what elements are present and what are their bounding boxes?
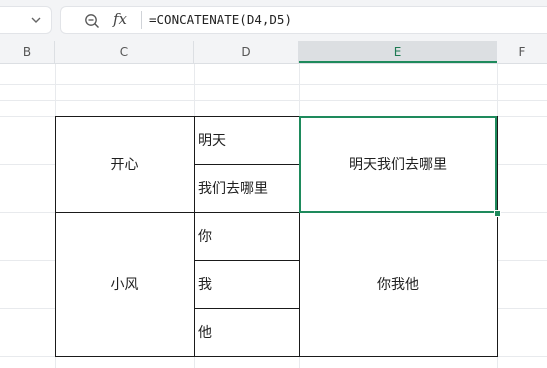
column-header-b[interactable]: B (0, 41, 55, 63)
column-header-d[interactable]: D (194, 41, 299, 63)
cell-d5[interactable]: 我们去哪里 (194, 164, 299, 212)
gridline (497, 308, 547, 309)
gridline (0, 100, 547, 101)
name-box[interactable] (0, 6, 52, 34)
chevron-down-icon[interactable] (30, 14, 42, 26)
fill-handle[interactable] (494, 210, 501, 217)
zoom-out-icon[interactable] (84, 13, 100, 29)
table-border (55, 356, 498, 357)
column-header-e[interactable]: E (299, 41, 497, 63)
gridline (0, 84, 547, 85)
gridline (0, 260, 55, 261)
formula-text[interactable]: =CONCATENATE(D4,D5) (149, 12, 292, 27)
cell-d7[interactable]: 我 (194, 260, 299, 308)
cell-c-merged-2[interactable]: 小风 (55, 212, 194, 356)
cell-d6[interactable]: 你 (194, 212, 299, 260)
cell-c-merged-1[interactable]: 开心 (55, 116, 194, 212)
gridline (299, 64, 300, 116)
gridline (0, 164, 55, 165)
column-header-c[interactable]: C (55, 41, 194, 63)
gridline (299, 356, 300, 368)
formula-input-box[interactable]: fx =CONCATENATE(D4,D5) (60, 6, 547, 34)
table-border (497, 116, 498, 357)
formula-separator (141, 11, 142, 29)
selected-column-indicator (299, 61, 497, 63)
gridline (194, 64, 195, 116)
cell-d8[interactable]: 他 (194, 308, 299, 356)
gridline (497, 260, 547, 261)
cell-e-merged-2[interactable]: 你我他 (299, 212, 497, 356)
active-cell-outline (299, 116, 497, 213)
gridline (0, 308, 55, 309)
function-icon[interactable]: fx (113, 10, 127, 28)
cell-d4[interactable]: 明天 (194, 116, 299, 164)
gridline (194, 356, 195, 368)
formula-bar: fx =CONCATENATE(D4,D5) (0, 0, 547, 41)
gridline (497, 164, 547, 165)
column-header-f[interactable]: F (497, 41, 547, 63)
